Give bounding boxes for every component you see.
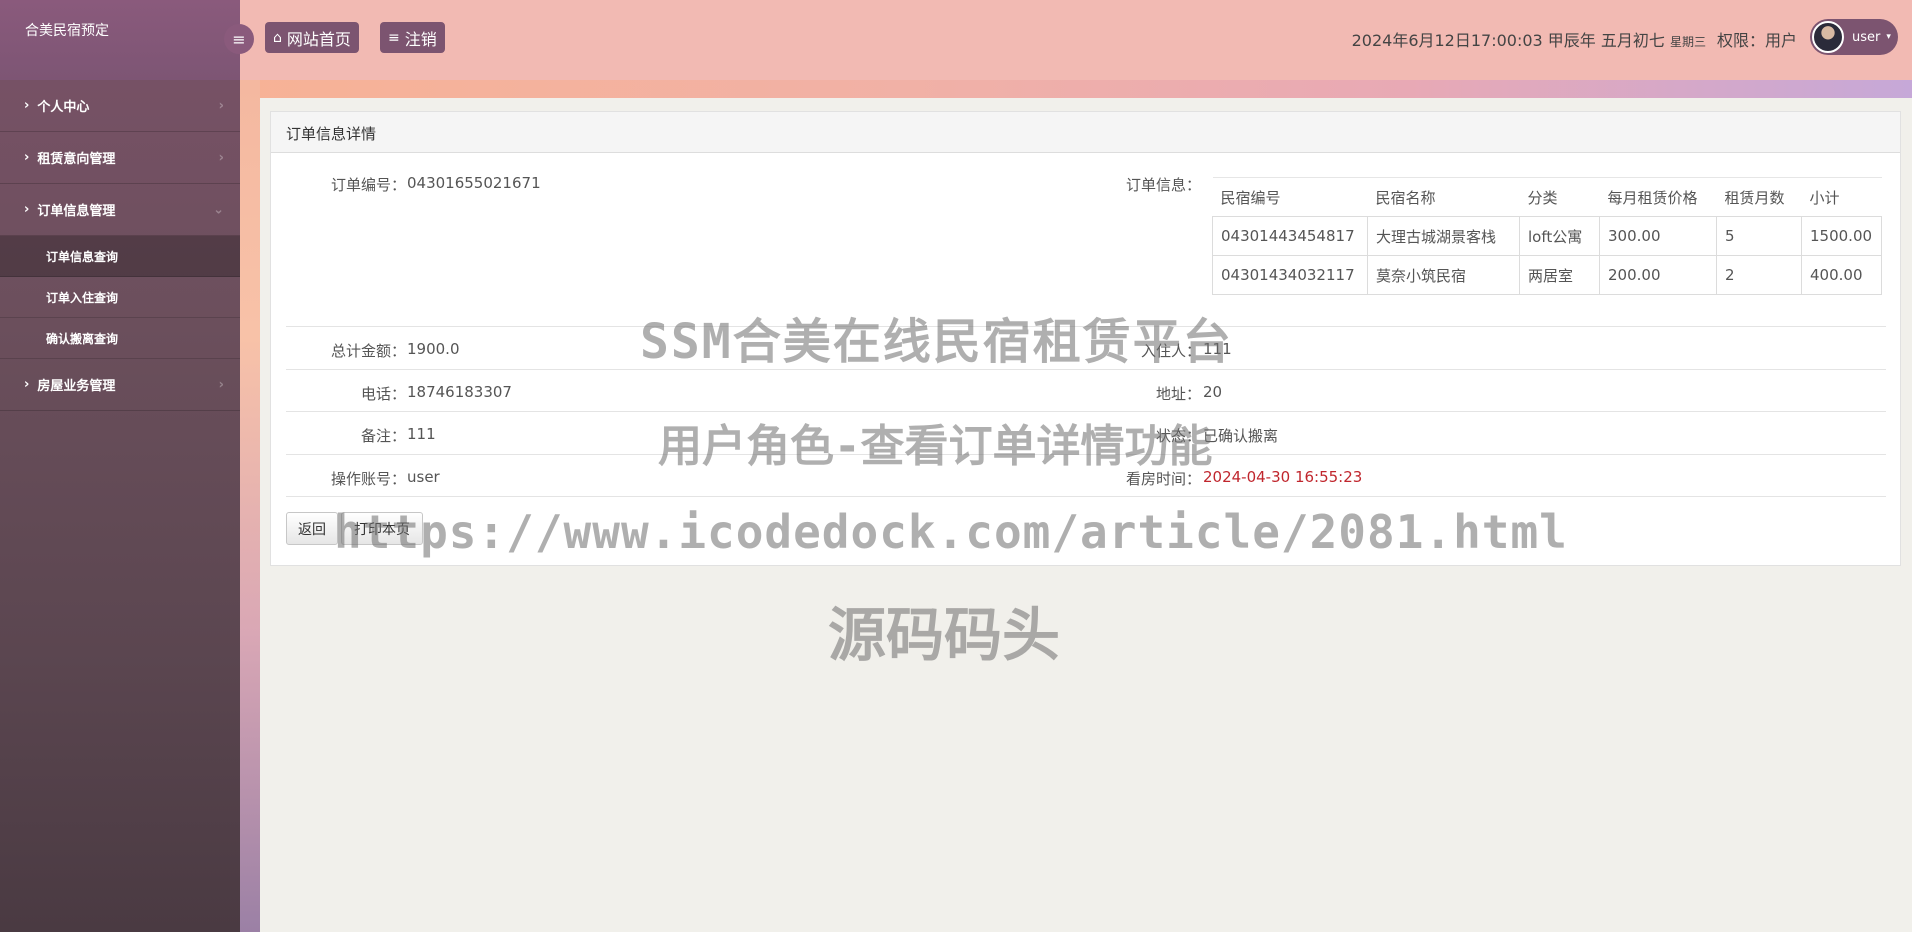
address-label: 地址： [1155, 385, 1201, 403]
sidebar-item-label: 房屋业务管理 [37, 379, 116, 394]
table-header: 民宿名称 [1367, 177, 1520, 217]
logout-button-label: 注销 [404, 29, 437, 49]
table-cell: 1500.00 [1801, 216, 1882, 256]
sub-item-order-query[interactable]: 订单信息查询 [0, 236, 240, 277]
list-icon: ≡ [388, 29, 400, 46]
chevron-right-icon: › [218, 377, 224, 392]
table-cell: 200.00 [1599, 255, 1717, 295]
sub-item-checkin-query[interactable]: 订单入住查询 [0, 277, 240, 318]
occupant-label: 入住人： [1140, 342, 1201, 360]
back-button[interactable]: 返回 [286, 512, 338, 545]
table-cell: 04301434032117 [1212, 255, 1368, 295]
table-cell: 2 [1716, 255, 1802, 295]
operator-row: 操作账号： user 看房时间： 2024-04-30 16:55:23 [286, 455, 1886, 497]
sidebar-item-order-management[interactable]: › 订单信息管理 ⌄ [0, 184, 240, 236]
weekday-text: 星期三 [1669, 35, 1706, 49]
submenu-order: 订单信息查询 订单入住查询 确认搬离查询 [0, 236, 240, 359]
order-info-label: 订单信息： [1125, 176, 1201, 194]
table-header: 每月租赁价格 [1599, 177, 1717, 217]
datetime-display: 2024年6月12日17:00:03 甲辰年 五月初七 星期三 [1352, 27, 1706, 51]
table-header: 租赁月数 [1716, 177, 1802, 217]
table-cell: 大理古城湖景客栈 [1367, 216, 1520, 256]
total-row: 总计金额： 1900.0 入住人： 111 [286, 327, 1886, 370]
user-menu-button[interactable]: user ▾ [1810, 19, 1898, 55]
logout-button[interactable]: ≡ 注销 [380, 22, 445, 53]
chevron-right-icon: › [24, 377, 30, 392]
total-value: 1900.0 [407, 340, 460, 358]
print-button[interactable]: 打印本页 [341, 512, 423, 545]
phone-label: 电话： [360, 385, 406, 403]
menu-toggle-button[interactable]: ≡ [224, 24, 254, 54]
side-gradient-band [240, 80, 260, 932]
total-label: 总计金额： [330, 342, 406, 360]
chevron-right-icon: › [24, 202, 30, 217]
sidebar-item-rental-intent[interactable]: › 租赁意向管理 › [0, 132, 240, 184]
order-detail-panel: 订单信息详情 订单编号： 04301655021671 订单信息： 民宿编号 民… [270, 111, 1901, 566]
table-cell: loft公寓 [1519, 216, 1600, 256]
remark-row: 备注： 111 状态： 已确认搬离 [286, 412, 1886, 455]
home-button-label: 网站首页 [286, 29, 351, 49]
status-value: 已确认搬离 [1203, 427, 1279, 445]
table-header: 分类 [1519, 177, 1600, 217]
table-header: 民宿编号 [1212, 177, 1368, 217]
status-label: 状态： [1155, 427, 1201, 445]
sidebar-item-label: 订单信息管理 [37, 204, 116, 219]
table-row: 04301434032117 莫奈小筑民宿 两居室 200.00 2 400.0… [1212, 255, 1882, 295]
viewing-time-value: 2024-04-30 16:55:23 [1203, 468, 1363, 486]
brand-title: 合美民宿预定 [0, 0, 240, 80]
username: user [1852, 29, 1881, 45]
address-value: 20 [1203, 383, 1223, 401]
chevron-right-icon: › [218, 150, 224, 165]
order-items-table: 民宿编号 民宿名称 分类 每月租赁价格 租赁月数 小计 043014434548… [1212, 177, 1882, 295]
order-row: 订单编号： 04301655021671 订单信息： 民宿编号 民宿名称 分类 … [286, 153, 1886, 327]
chevron-right-icon: › [24, 98, 30, 113]
table-cell: 5 [1716, 216, 1802, 256]
remark-value: 111 [407, 425, 436, 443]
table-cell: 04301443454817 [1212, 216, 1368, 256]
operator-label: 操作账号： [330, 470, 406, 488]
table-header-row: 民宿编号 民宿名称 分类 每月租赁价格 租赁月数 小计 [1212, 177, 1882, 217]
sidebar-item-label: 个人中心 [37, 100, 90, 115]
header-gradient-strip [240, 80, 1912, 98]
avatar [1812, 21, 1844, 53]
table-cell: 两居室 [1519, 255, 1600, 295]
datetime-text: 2024年6月12日17:00:03 甲辰年 五月初七 [1351, 31, 1665, 50]
home-button[interactable]: ⌂ 网站首页 [265, 22, 359, 53]
sub-item-moveout-query[interactable]: 确认搬离查询 [0, 318, 240, 359]
occupant-value: 111 [1203, 340, 1232, 358]
home-icon: ⌂ [273, 29, 282, 46]
sidebar-item-label: 租赁意向管理 [37, 152, 116, 167]
table-header: 小计 [1801, 177, 1882, 217]
chevron-right-icon: › [24, 150, 30, 165]
hamburger-icon: ≡ [232, 29, 246, 49]
permission-text: 权限：用户 [1716, 31, 1797, 50]
sidebar: 合美民宿预定 › 个人中心 › › 租赁意向管理 › › 订单信息管理 ⌄ 订单… [0, 0, 240, 932]
remark-label: 备注： [360, 427, 406, 445]
sidebar-item-personal-center[interactable]: › 个人中心 › [0, 80, 240, 132]
watermark-source: 源码码头 [828, 601, 1061, 669]
table-cell: 300.00 [1599, 216, 1717, 256]
panel-title: 订单信息详情 [271, 112, 1900, 153]
order-no-label: 订单编号： [330, 176, 406, 194]
caret-down-icon: ▾ [1886, 32, 1891, 42]
operator-value: user [407, 468, 440, 486]
table-cell: 莫奈小筑民宿 [1367, 255, 1520, 295]
phone-value: 18746183307 [407, 383, 512, 401]
viewing-time-label: 看房时间： [1125, 470, 1201, 488]
chevron-down-icon: ⌄ [213, 202, 224, 217]
table-cell: 400.00 [1801, 255, 1882, 295]
table-row: 04301443454817 大理古城湖景客栈 loft公寓 300.00 5 … [1212, 216, 1882, 256]
order-no-value: 04301655021671 [407, 174, 541, 192]
chevron-right-icon: › [218, 98, 224, 113]
sidebar-item-house-business[interactable]: › 房屋业务管理 › [0, 359, 240, 411]
phone-row: 电话： 18746183307 地址： 20 [286, 370, 1886, 412]
